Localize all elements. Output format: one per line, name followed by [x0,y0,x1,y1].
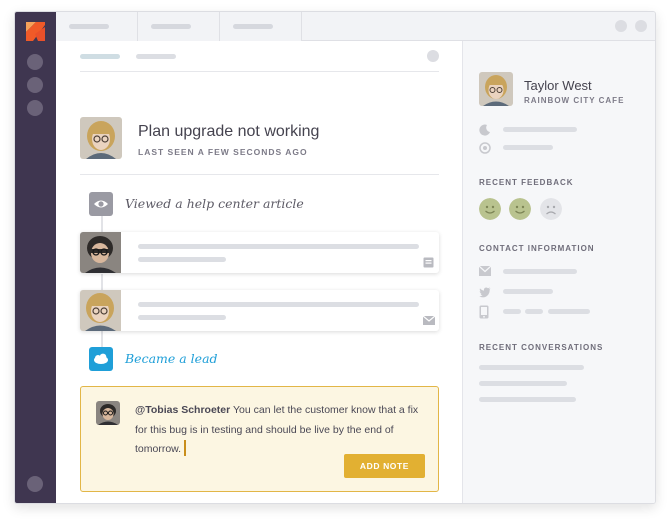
nav-item-1[interactable] [27,54,43,70]
message-card[interactable] [80,232,439,273]
customer-company[interactable]: RAINBOW CITY CAFE [524,96,624,105]
location-icon [479,142,491,154]
message-preview-line [138,315,226,320]
customer-avatar [80,290,121,331]
left-nav-sidebar [15,12,56,503]
tab-2[interactable] [138,12,220,41]
section-recent-conversations: RECENT CONVERSATIONS [479,343,604,352]
window-control-2[interactable] [635,20,647,32]
note-icon [423,257,434,268]
note-composer[interactable]: @Tobias Schroeter You can let the custom… [80,386,439,492]
subtab-divider [80,71,439,72]
eye-icon [89,192,113,216]
contact-twitter[interactable] [503,289,553,294]
nav-item-3[interactable] [27,100,43,116]
mail-icon [423,316,435,325]
customer-info-panel: Taylor West RAINBOW CITY CAFE RECENT FEE… [462,41,655,503]
message-card[interactable] [80,290,439,331]
subtab-2[interactable] [136,54,176,59]
message-preview-line [138,302,419,307]
text-caret [184,440,186,456]
add-note-button[interactable]: ADD NOTE [344,454,425,478]
subtab-active[interactable] [80,54,120,59]
salesforce-cloud-icon [89,347,113,371]
recent-conversation-item[interactable] [479,381,567,386]
customer-name[interactable]: Taylor West [524,78,592,93]
nav-item-2[interactable] [27,77,43,93]
recent-conversation-item[interactable] [479,397,576,402]
section-contact-information: CONTACT INFORMATION [479,244,595,253]
options-button[interactable] [427,50,439,62]
agent-avatar [96,401,120,425]
last-seen-status: LAST SEEN A FEW SECONDS AGO [138,147,308,157]
contact-phone-part[interactable] [525,309,543,314]
tab-bar [56,12,655,41]
recent-conversation-item[interactable] [479,365,584,370]
message-preview-line [138,244,419,249]
customer-avatar[interactable] [479,72,513,106]
contact-email[interactable] [503,269,577,274]
kayako-logo-icon[interactable] [26,22,45,41]
contact-phone-part[interactable] [548,309,590,314]
section-recent-feedback: RECENT FEEDBACK [479,178,574,187]
info-placeholder [503,145,553,150]
timeline-viewed-article[interactable]: Viewed a help center article [125,196,304,211]
customer-avatar[interactable] [80,117,122,159]
timeline-line [101,331,103,347]
moon-icon [479,124,490,136]
happy-face-icon[interactable] [509,198,531,220]
twitter-icon [479,287,491,298]
header-divider [80,174,439,175]
info-placeholder [503,127,577,132]
timeline-line [101,274,103,290]
contact-phone-part[interactable] [503,309,521,314]
app-window: Plan upgrade not working LAST SEEN A FEW… [14,11,656,504]
note-text-input[interactable]: @Tobias Schroeter You can let the custom… [135,401,427,460]
tab-3[interactable] [220,12,302,41]
sad-face-icon[interactable] [540,198,562,220]
agent-avatar [80,232,121,273]
user-menu-avatar[interactable] [27,476,43,492]
window-control-1[interactable] [615,20,627,32]
ticket-title: Plan upgrade not working [138,123,320,140]
mention-tag: @Tobias Schroeter [135,404,231,416]
conversation-panel: Plan upgrade not working LAST SEEN A FEW… [56,41,462,503]
mail-icon [479,266,491,276]
tab-1[interactable] [56,12,138,41]
timeline-became-lead[interactable]: Became a lead [125,351,218,366]
phone-icon [479,305,489,319]
happy-face-icon[interactable] [479,198,501,220]
message-preview-line [138,257,226,262]
